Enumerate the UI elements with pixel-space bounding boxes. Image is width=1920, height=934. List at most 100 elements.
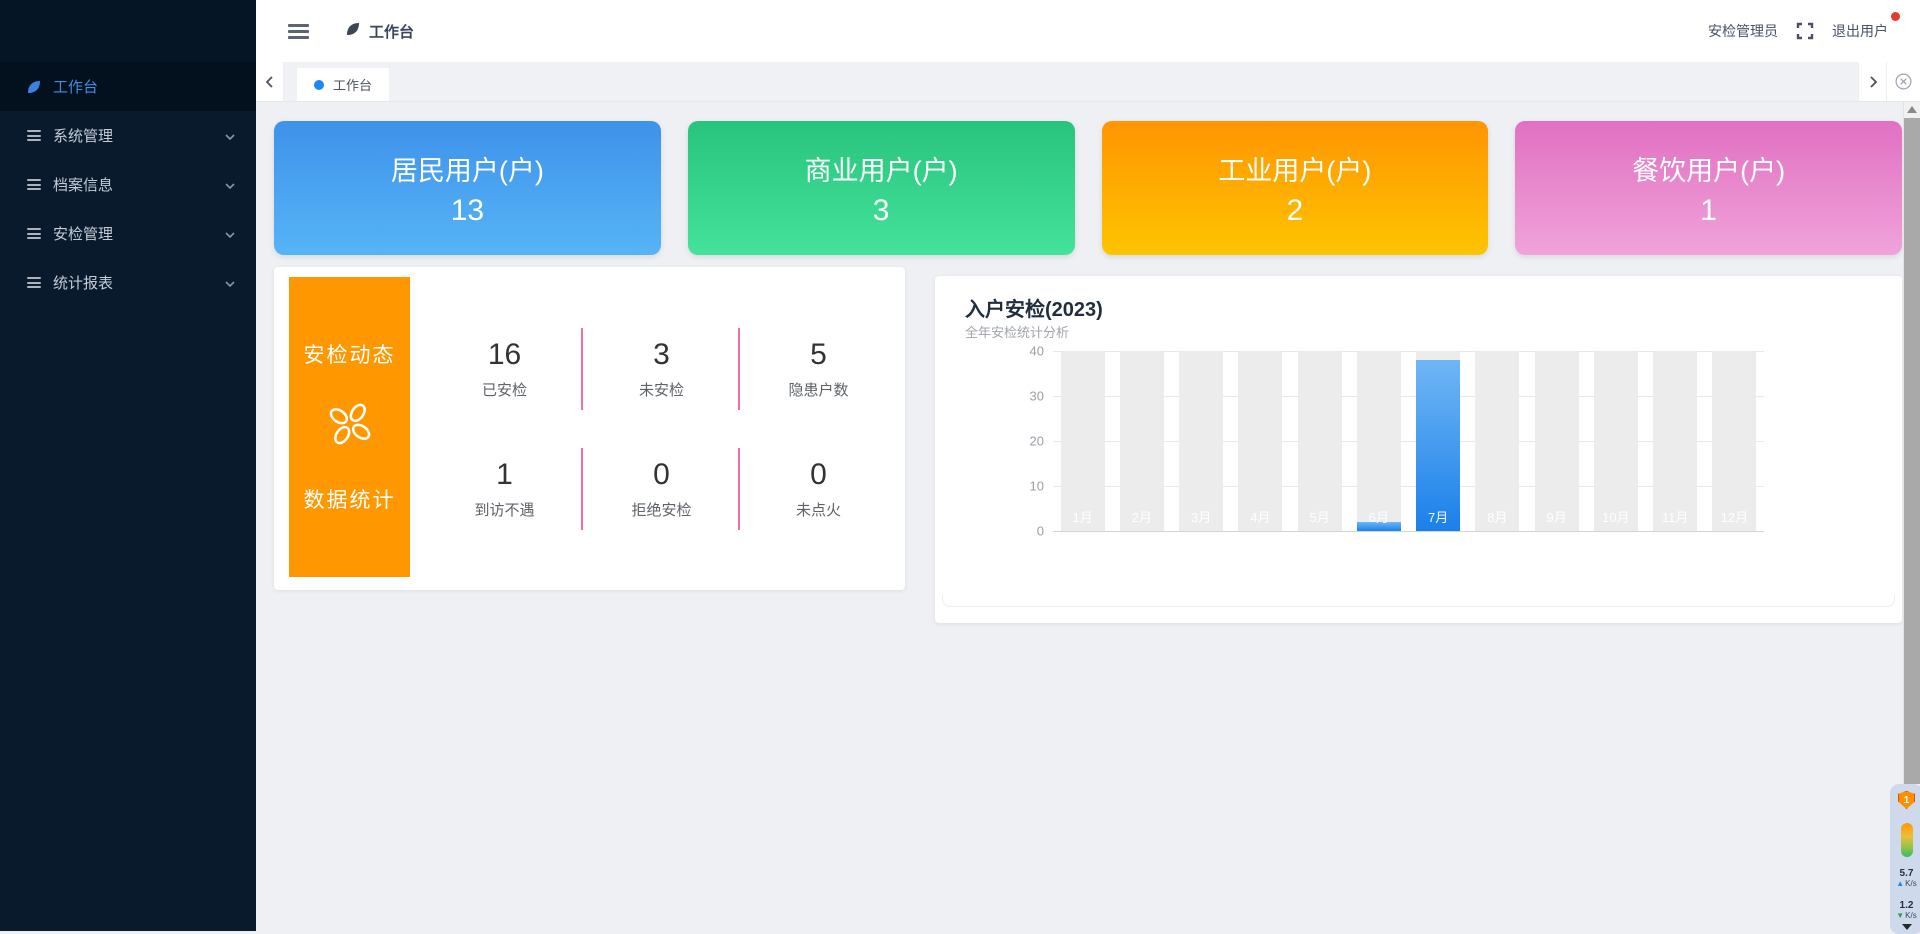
bar-chart: 0102030401月2月3月4月5月6月7月8月9月10月11月12月	[1053, 351, 1764, 531]
fullscreen-icon[interactable]	[1796, 22, 1814, 40]
background-bar	[1298, 351, 1342, 531]
sidebar-item-0[interactable]: 工作台	[0, 62, 256, 111]
bar-slot-12月: 12月	[1705, 351, 1764, 531]
traffic-gauge-icon	[1901, 823, 1913, 857]
leaf-icon	[25, 78, 43, 96]
logout-label: 退出用户	[1832, 23, 1888, 39]
current-username[interactable]: 安检管理员	[1708, 21, 1778, 41]
close-tabs-button[interactable]	[1886, 62, 1920, 101]
banner-bottom-label: 数据统计	[304, 484, 396, 514]
net-speed-widget[interactable]: 1 5.7 ▲K/s 1.2 ▼K/s	[1890, 784, 1920, 934]
stat-card-value: 3	[873, 194, 890, 228]
x-axis-tick-label: 9月	[1527, 507, 1586, 526]
stat-card-value: 13	[451, 194, 484, 228]
menu-icon	[25, 274, 43, 292]
main-content: 居民用户(户)13 商业用户(户) 3 工业用户(户)2餐饮用户(户)1 安检动态 数…	[256, 102, 1920, 931]
logout-button[interactable]: 退出用户	[1832, 21, 1892, 41]
sidebar-item-3[interactable]: 安检管理	[0, 209, 256, 258]
y-axis-tick-label: 20	[1030, 434, 1044, 449]
stat-value: 3	[653, 338, 670, 372]
upload-arrow-icon: ▲	[1896, 879, 1904, 889]
bar-slot-5月: 5月	[1290, 351, 1349, 531]
background-bar	[1061, 351, 1105, 531]
background-bar	[1594, 351, 1638, 531]
upload-speed-unit: K/s	[1905, 879, 1917, 889]
tabs-scroll-left-button[interactable]	[256, 62, 284, 101]
upload-speed-value: 5.7	[1900, 868, 1914, 879]
x-axis-tick-label: 11月	[1646, 507, 1705, 526]
sidebar-item-4[interactable]: 统计报表	[0, 258, 256, 307]
sidebar-item-label: 安检管理	[53, 223, 224, 244]
background-bar	[1653, 351, 1697, 531]
scrollbar-thumb[interactable]	[1904, 118, 1920, 784]
y-axis-tick-label: 40	[1030, 344, 1044, 359]
breadcrumb-label: 工作台	[369, 21, 414, 42]
safety-banner: 安检动态 数据统计	[289, 277, 410, 577]
background-bar	[1357, 351, 1401, 531]
tab-bar: 工作台	[256, 62, 1920, 102]
download-speed-value: 1.2	[1900, 900, 1914, 911]
stat-value: 5	[810, 338, 827, 372]
stat-label: 隐患户数	[788, 379, 848, 400]
safety-stat-4: 0拒绝安检	[583, 429, 740, 549]
chevron-down-icon	[224, 228, 236, 240]
background-bar	[1179, 351, 1223, 531]
menu-icon	[25, 225, 43, 243]
sidebar-logo-area	[0, 0, 256, 62]
value-bar	[1416, 360, 1460, 531]
stat-card-value: 1	[1700, 194, 1717, 228]
safety-stat-3: 1到访不遇	[426, 429, 583, 549]
chevron-down-icon	[224, 130, 236, 142]
background-bar	[1535, 351, 1579, 531]
x-axis-tick-label: 2月	[1112, 507, 1171, 526]
menu-icon	[25, 176, 43, 194]
stat-value: 0	[810, 458, 827, 492]
background-bar	[1712, 351, 1756, 531]
stat-card-0[interactable]: 居民用户(户)13	[274, 121, 661, 255]
sidebar-menu: 工作台系统管理档案信息安检管理统计报表	[0, 62, 256, 307]
collapse-sidebar-button[interactable]	[288, 24, 309, 39]
sidebar-item-1[interactable]: 系统管理	[0, 111, 256, 160]
stat-card-2[interactable]: 工业用户(户)2	[1102, 121, 1489, 255]
x-axis-tick-label: 3月	[1172, 507, 1231, 526]
stat-card-3[interactable]: 餐饮用户(户)1	[1515, 121, 1902, 255]
stat-card-label: 商业用户(户)	[805, 149, 958, 188]
x-axis-tick-label: 10月	[1586, 507, 1645, 526]
bar-slot-8月: 8月	[1468, 351, 1527, 531]
breadcrumb: 工作台	[345, 21, 414, 42]
tab-bar-spacer	[389, 62, 1858, 101]
scrollbar-up-arrow[interactable]	[1907, 106, 1917, 113]
safety-stats-grid: 16已安检3未安检5隐患户数1到访不遇0拒绝安检0未点火	[426, 309, 897, 549]
header: 工作台 安检管理员 退出用户	[256, 0, 1920, 62]
stat-label: 未点火	[796, 499, 841, 520]
y-axis-tick-label: 0	[1037, 524, 1044, 539]
x-axis-tick-label: 1月	[1053, 507, 1112, 526]
widget-collapse-caret[interactable]	[1902, 924, 1912, 930]
shield-badge-count: 1	[1904, 795, 1910, 806]
shield-badge-icon[interactable]: 1	[1898, 791, 1915, 809]
user-stat-cards: 居民用户(户)13 商业用户(户) 3 工业用户(户)2餐饮用户(户)1	[274, 121, 1902, 255]
x-axis-tick-label: 4月	[1231, 507, 1290, 526]
stat-label: 已安检	[482, 379, 527, 400]
bar-slot-6月: 6月	[1349, 351, 1408, 531]
bar-slot-7月: 7月	[1409, 351, 1468, 531]
chart-title: 入户安检(2023)	[965, 293, 1103, 322]
safety-stat-0: 16已安检	[426, 309, 583, 429]
y-axis-tick-label: 30	[1030, 389, 1044, 404]
stat-label: 到访不遇	[474, 499, 534, 520]
stat-label: 拒绝安检	[631, 499, 691, 520]
y-axis-tick-label: 10	[1030, 479, 1044, 494]
active-tab-dot	[314, 80, 324, 90]
tabs-scroll-right-button[interactable]	[1858, 62, 1886, 101]
stat-card-value: 2	[1287, 194, 1304, 228]
tab-workbench[interactable]: 工作台	[297, 68, 389, 101]
background-bar	[1238, 351, 1282, 531]
bar-slot-11月: 11月	[1646, 351, 1705, 531]
stat-card-1[interactable]: 商业用户(户) 3	[688, 121, 1075, 255]
bar-slot-3月: 3月	[1172, 351, 1231, 531]
sidebar-item-label: 统计报表	[53, 272, 224, 293]
sidebar-item-2[interactable]: 档案信息	[0, 160, 256, 209]
chart-panel-footer-line	[942, 595, 1895, 607]
safety-dynamics-panel: 安检动态 数据统计 16已安检3未安检5隐患户数1到访不遇0拒绝安检0未点火	[274, 267, 905, 590]
banner-top-label: 安检动态	[304, 339, 396, 369]
